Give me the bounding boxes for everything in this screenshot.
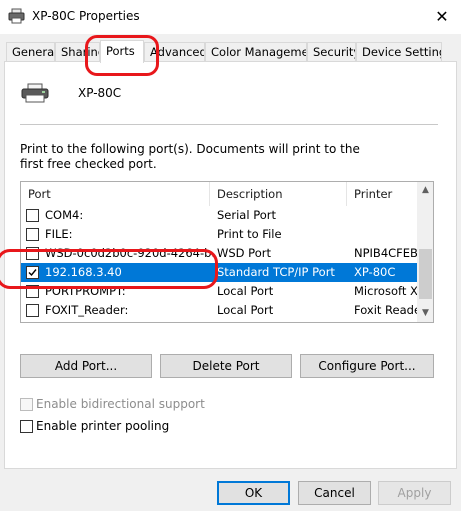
port-checkbox[interactable] [26, 247, 39, 260]
port-printer: XP-80C [354, 265, 396, 279]
port-name: FOXIT_Reader: [45, 303, 129, 317]
column-header-port[interactable]: Port [21, 182, 210, 206]
tab-general[interactable]: General [6, 42, 55, 62]
separator [20, 124, 438, 125]
port-name: COM4: [45, 208, 84, 222]
scroll-down-icon[interactable]: ▼ [417, 305, 433, 322]
ok-button[interactable]: OK [217, 481, 290, 505]
list-item[interactable]: PORTPROMPT: Local Port Microsoft X [21, 282, 417, 301]
tab-strip: General Sharing Ports Advanced Color Man… [0, 40, 461, 63]
column-header-printer[interactable]: Printer [347, 182, 417, 206]
port-name: 192.168.3.40 [45, 265, 122, 279]
list-header: Port Description Printer [21, 182, 417, 206]
window-title: XP-80C Properties [32, 9, 140, 23]
list-item[interactable]: FILE: Print to File [21, 225, 417, 244]
pooling-label: Enable printer pooling [36, 419, 170, 433]
list-item[interactable]: WSD-0c0d2b0c-920d-4264-b... WSD Port NPI… [21, 244, 417, 263]
checkmark-icon [28, 269, 37, 277]
bidirectional-label: Enable bidirectional support [36, 397, 205, 411]
tab-color-management[interactable]: Color Management [205, 42, 307, 62]
port-checkbox[interactable] [26, 228, 39, 241]
tab-sharing[interactable]: Sharing [55, 42, 100, 62]
add-port-button[interactable]: Add Port... [20, 354, 152, 378]
bidirectional-checkbox[interactable] [20, 398, 33, 411]
ports-list[interactable]: Port Description Printer COM4: Serial Po… [20, 181, 434, 323]
port-checkbox[interactable] [26, 304, 39, 317]
close-icon: ✕ [435, 7, 449, 26]
cancel-button[interactable]: Cancel [298, 481, 371, 505]
port-printer: Foxit Reader [354, 303, 417, 317]
printer-name: XP-80C [78, 86, 122, 100]
port-description: Local Port [217, 284, 274, 298]
tab-advanced[interactable]: Advanced [144, 42, 205, 62]
port-description: Print to File [217, 227, 282, 241]
list-item[interactable]: 192.168.3.40 Standard TCP/IP Port XP-80C [21, 263, 417, 282]
port-checkbox[interactable] [26, 285, 39, 298]
printer-icon [21, 83, 49, 103]
pooling-checkbox[interactable] [20, 420, 33, 433]
tab-security[interactable]: Security [307, 42, 356, 62]
scrollbar-thumb[interactable] [419, 249, 432, 299]
apply-button[interactable]: Apply [378, 481, 451, 505]
list-item[interactable]: COM4: Serial Port [21, 206, 417, 225]
port-description: Serial Port [217, 208, 276, 222]
port-checkbox[interactable] [26, 209, 39, 222]
tab-ports[interactable]: Ports [100, 40, 144, 63]
port-printer: Microsoft X [354, 284, 417, 298]
tab-device-settings[interactable]: Device Settings [356, 42, 442, 62]
scroll-up-icon[interactable]: ▲ [417, 182, 433, 199]
configure-port-button[interactable]: Configure Port... [300, 354, 434, 378]
port-checkbox[interactable] [26, 266, 39, 279]
delete-port-button[interactable]: Delete Port [160, 354, 292, 378]
port-name: WSD-0c0d2b0c-920d-4264-b... [45, 246, 215, 260]
port-description: Standard TCP/IP Port [217, 265, 335, 279]
port-description: Local Port [217, 303, 274, 317]
printer-icon [8, 8, 25, 24]
port-description: WSD Port [217, 246, 271, 260]
list-item[interactable]: FOXIT_Reader: Local Port Foxit Reader [21, 301, 417, 320]
port-name: FILE: [45, 227, 73, 241]
close-button[interactable]: ✕ [430, 6, 454, 28]
column-header-description[interactable]: Description [210, 182, 347, 206]
title-bar: XP-80C Properties ✕ [0, 0, 461, 34]
port-printer: NPIB4CFEB [354, 246, 417, 260]
port-name: PORTPROMPT: [45, 284, 126, 298]
ports-description: Print to the following port(s). Document… [20, 142, 360, 171]
vertical-scrollbar[interactable]: ▲ ▼ [417, 182, 433, 322]
